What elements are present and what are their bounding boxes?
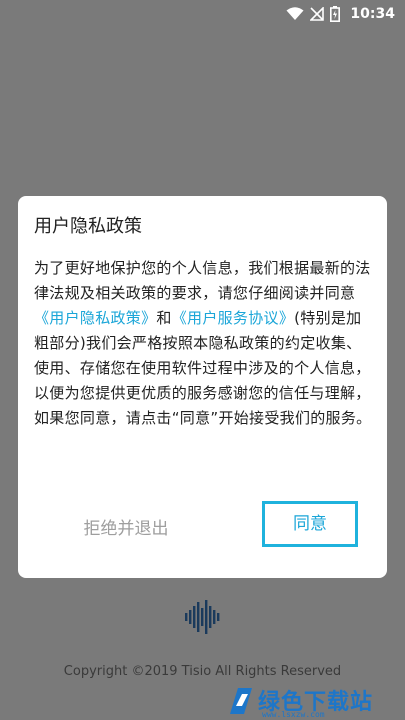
- dialog-body: 为了更好地保护您的个人信息，我们根据最新的法律法规及相关政策的要求，请您仔细阅读…: [34, 256, 374, 431]
- decline-exit-button[interactable]: 拒绝并退出: [74, 514, 178, 544]
- battery-charging-icon: [330, 6, 341, 22]
- watermark-url: www.lsxzw.com: [262, 710, 325, 719]
- watermark-logo-icon: [230, 688, 252, 714]
- service-agreement-link[interactable]: 《用户服务协议》: [172, 309, 294, 327]
- watermark: 绿色下载站 www.lsxzw.com: [226, 682, 405, 720]
- soundwave-icon: [185, 600, 220, 634]
- dialog-title: 用户隐私政策: [34, 216, 142, 237]
- status-time: 10:34: [350, 6, 395, 22]
- privacy-policy-link[interactable]: 《用户隐私政策》: [34, 309, 156, 327]
- copyright-text: Copyright ©2019 Tisio All Rights Reserve…: [63, 664, 342, 679]
- body-text-and: 和: [156, 309, 172, 327]
- body-text-1: 为了更好地保护您的个人信息，我们根据最新的法律法规及相关政策的要求，请您仔细阅读…: [34, 259, 371, 302]
- wifi-icon: [286, 7, 304, 20]
- status-bar: 10:34: [0, 0, 405, 28]
- agree-button[interactable]: 同意: [262, 501, 358, 547]
- no-signal-icon: [310, 7, 325, 21]
- privacy-dialog: 用户隐私政策 为了更好地保护您的个人信息，我们根据最新的法律法规及相关政策的要求…: [18, 196, 387, 578]
